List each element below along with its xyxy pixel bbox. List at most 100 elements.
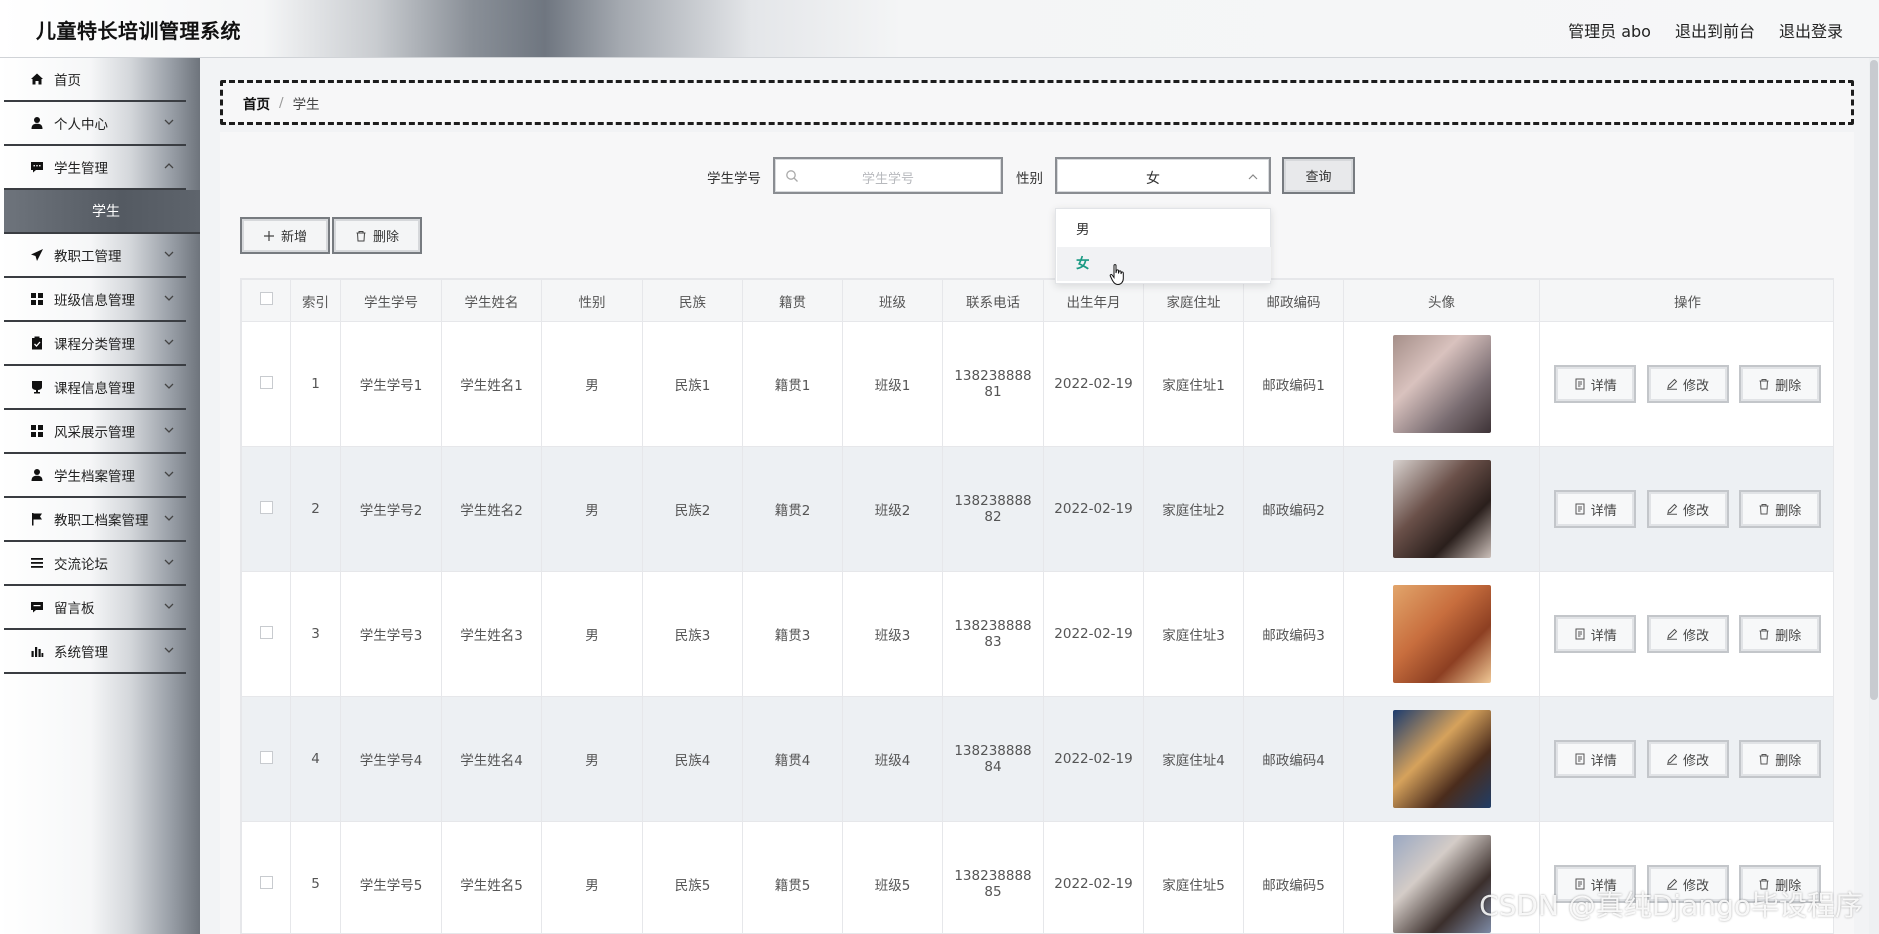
- sidebar-item-class-info-management[interactable]: 班级信息管理: [4, 278, 186, 322]
- user-icon: [31, 469, 43, 481]
- sidebar-item-system-management[interactable]: 系统管理: [4, 630, 186, 674]
- query-button[interactable]: 查询: [1282, 157, 1355, 194]
- trash-icon: [1759, 379, 1769, 390]
- delete-button-label: 删除: [372, 230, 399, 245]
- document-icon: [1575, 753, 1585, 765]
- sidebar-item-label: 交流论坛: [54, 557, 108, 573]
- delete-button[interactable]: 删除: [1738, 490, 1821, 528]
- cell-native: 籍贯2: [742, 446, 843, 572]
- edit-button[interactable]: 修改: [1646, 365, 1729, 403]
- cell-address: 家庭住址1: [1143, 321, 1244, 447]
- row-checkbox[interactable]: [259, 500, 273, 514]
- sidebar-item-label: 系统管理: [54, 645, 108, 661]
- delete-button[interactable]: 删除: [1738, 740, 1821, 778]
- row-select-cell[interactable]: [241, 321, 291, 447]
- phone-part-2: 84: [984, 759, 1002, 775]
- delete-button[interactable]: 删除: [1738, 615, 1821, 653]
- sidebar-item-course-category-management[interactable]: 课程分类管理: [4, 322, 186, 366]
- cell-birth: 2022-02-19: [1043, 321, 1144, 447]
- avatar[interactable]: [1392, 335, 1491, 433]
- avatar[interactable]: [1392, 710, 1491, 808]
- cell-ethnicity: 民族3: [642, 571, 743, 697]
- sidebar-item-label: 首页: [54, 73, 81, 89]
- row-select-cell[interactable]: [241, 821, 291, 933]
- cell-address: 家庭住址5: [1143, 821, 1244, 933]
- clipboard-icon: [32, 336, 42, 350]
- cell-gender: 男: [541, 821, 643, 933]
- cell-actions: 详情 修改 删除: [1539, 446, 1833, 572]
- student-id-search-input[interactable]: 学生学号: [773, 157, 1003, 194]
- select-all-checkbox[interactable]: [259, 292, 273, 305]
- sidebar-item-student-management[interactable]: 学生管理: [4, 146, 186, 190]
- column-header: 籍贯: [742, 279, 843, 322]
- detail-button[interactable]: 详情: [1554, 615, 1637, 653]
- cell-ethnicity: 民族2: [642, 446, 743, 572]
- sidebar-item-label: 风采展示管理: [54, 425, 135, 441]
- row-checkbox[interactable]: [259, 875, 273, 889]
- delete-button-label: 删除: [1775, 628, 1802, 644]
- cell-name: 学生姓名1: [441, 321, 542, 447]
- breadcrumb-home[interactable]: 首页: [243, 93, 270, 113]
- edit-button[interactable]: 修改: [1646, 615, 1729, 653]
- row-select-cell[interactable]: [241, 571, 291, 697]
- document-icon: [1575, 628, 1585, 640]
- column-header: 联系电话: [942, 279, 1044, 322]
- add-button[interactable]: 新增: [240, 217, 330, 254]
- exit-to-frontend-link[interactable]: 退出到前台: [1675, 18, 1755, 42]
- detail-button[interactable]: 详情: [1554, 365, 1637, 403]
- sidebar-item-home[interactable]: 首页: [4, 58, 186, 102]
- row-checkbox[interactable]: [259, 750, 273, 764]
- column-header: 学生姓名: [441, 279, 542, 322]
- row-select-cell[interactable]: [241, 446, 291, 572]
- cell-avatar: [1343, 321, 1540, 447]
- avatar[interactable]: [1392, 835, 1491, 933]
- delete-button-label: 删除: [1775, 753, 1802, 769]
- pencil-icon: [1666, 378, 1678, 390]
- chevron-up-icon: [164, 163, 174, 169]
- sidebar-item-showcase-management[interactable]: 风采展示管理: [4, 410, 186, 454]
- gender-option-male[interactable]: 男: [1057, 213, 1271, 247]
- cell-index: 2: [290, 446, 341, 572]
- table-header-row: 索引 学生学号 学生姓名 性别 民族 籍贯 班级 联系电话 出生年月 家庭住址 …: [241, 279, 1833, 322]
- document-icon: [1575, 503, 1585, 515]
- detail-button[interactable]: 详情: [1554, 740, 1637, 778]
- avatar[interactable]: [1392, 585, 1491, 683]
- detail-button-label: 详情: [1590, 753, 1617, 769]
- table-row: 1 学生学号1 学生姓名1 男民族1 籍贯1 班级1 138238888 81 2022-02-…: [241, 321, 1833, 447]
- edit-button[interactable]: 修改: [1646, 740, 1729, 778]
- cell-zip: 邮政编码3: [1243, 571, 1344, 697]
- delete-button[interactable]: 删除: [1738, 365, 1821, 403]
- sidebar-item-staff-archive-management[interactable]: 教职工档案管理: [4, 498, 186, 542]
- sidebar-subitem-student[interactable]: 学生: [4, 190, 200, 234]
- sidebar-item-message-board[interactable]: 留言板: [4, 586, 186, 630]
- logout-link[interactable]: 退出登录: [1779, 18, 1843, 42]
- cell-index: 3: [290, 571, 341, 697]
- detail-button-label: 详情: [1590, 628, 1617, 644]
- phone-part-1: 138238888: [954, 743, 1032, 759]
- header-select-all[interactable]: [241, 279, 291, 322]
- edit-button[interactable]: 修改: [1646, 490, 1729, 528]
- gender-option-female[interactable]: 女: [1057, 247, 1271, 281]
- row-checkbox[interactable]: [259, 375, 273, 389]
- admin-label[interactable]: 管理员 abo: [1568, 18, 1651, 42]
- cell-address: 家庭住址4: [1143, 696, 1244, 822]
- chevron-down-icon: [164, 383, 174, 389]
- trash-icon: [1759, 754, 1769, 765]
- user-icon: [31, 117, 43, 129]
- sidebar-item-student-archive-management[interactable]: 学生档案管理: [4, 454, 186, 498]
- detail-button[interactable]: 详情: [1554, 490, 1637, 528]
- chevron-down-icon: [164, 559, 174, 565]
- page-scrollbar-thumb[interactable]: [1870, 60, 1878, 700]
- edit-button-label: 修改: [1682, 503, 1709, 519]
- sidebar-item-course-info-management[interactable]: 课程信息管理: [4, 366, 186, 410]
- row-select-cell[interactable]: [241, 696, 291, 822]
- sidebar-item-personal-center[interactable]: 个人中心: [4, 102, 186, 146]
- sidebar-item-staff-management[interactable]: 教职工管理: [4, 234, 186, 278]
- cell-address: 家庭住址3: [1143, 571, 1244, 697]
- row-checkbox[interactable]: [259, 625, 273, 639]
- avatar[interactable]: [1392, 460, 1491, 558]
- batch-delete-button[interactable]: 删除: [332, 217, 422, 254]
- sidebar-item-forum[interactable]: 交流论坛: [4, 542, 186, 586]
- gender-select[interactable]: 女: [1055, 157, 1271, 194]
- cell-ethnicity: 民族5: [642, 821, 743, 933]
